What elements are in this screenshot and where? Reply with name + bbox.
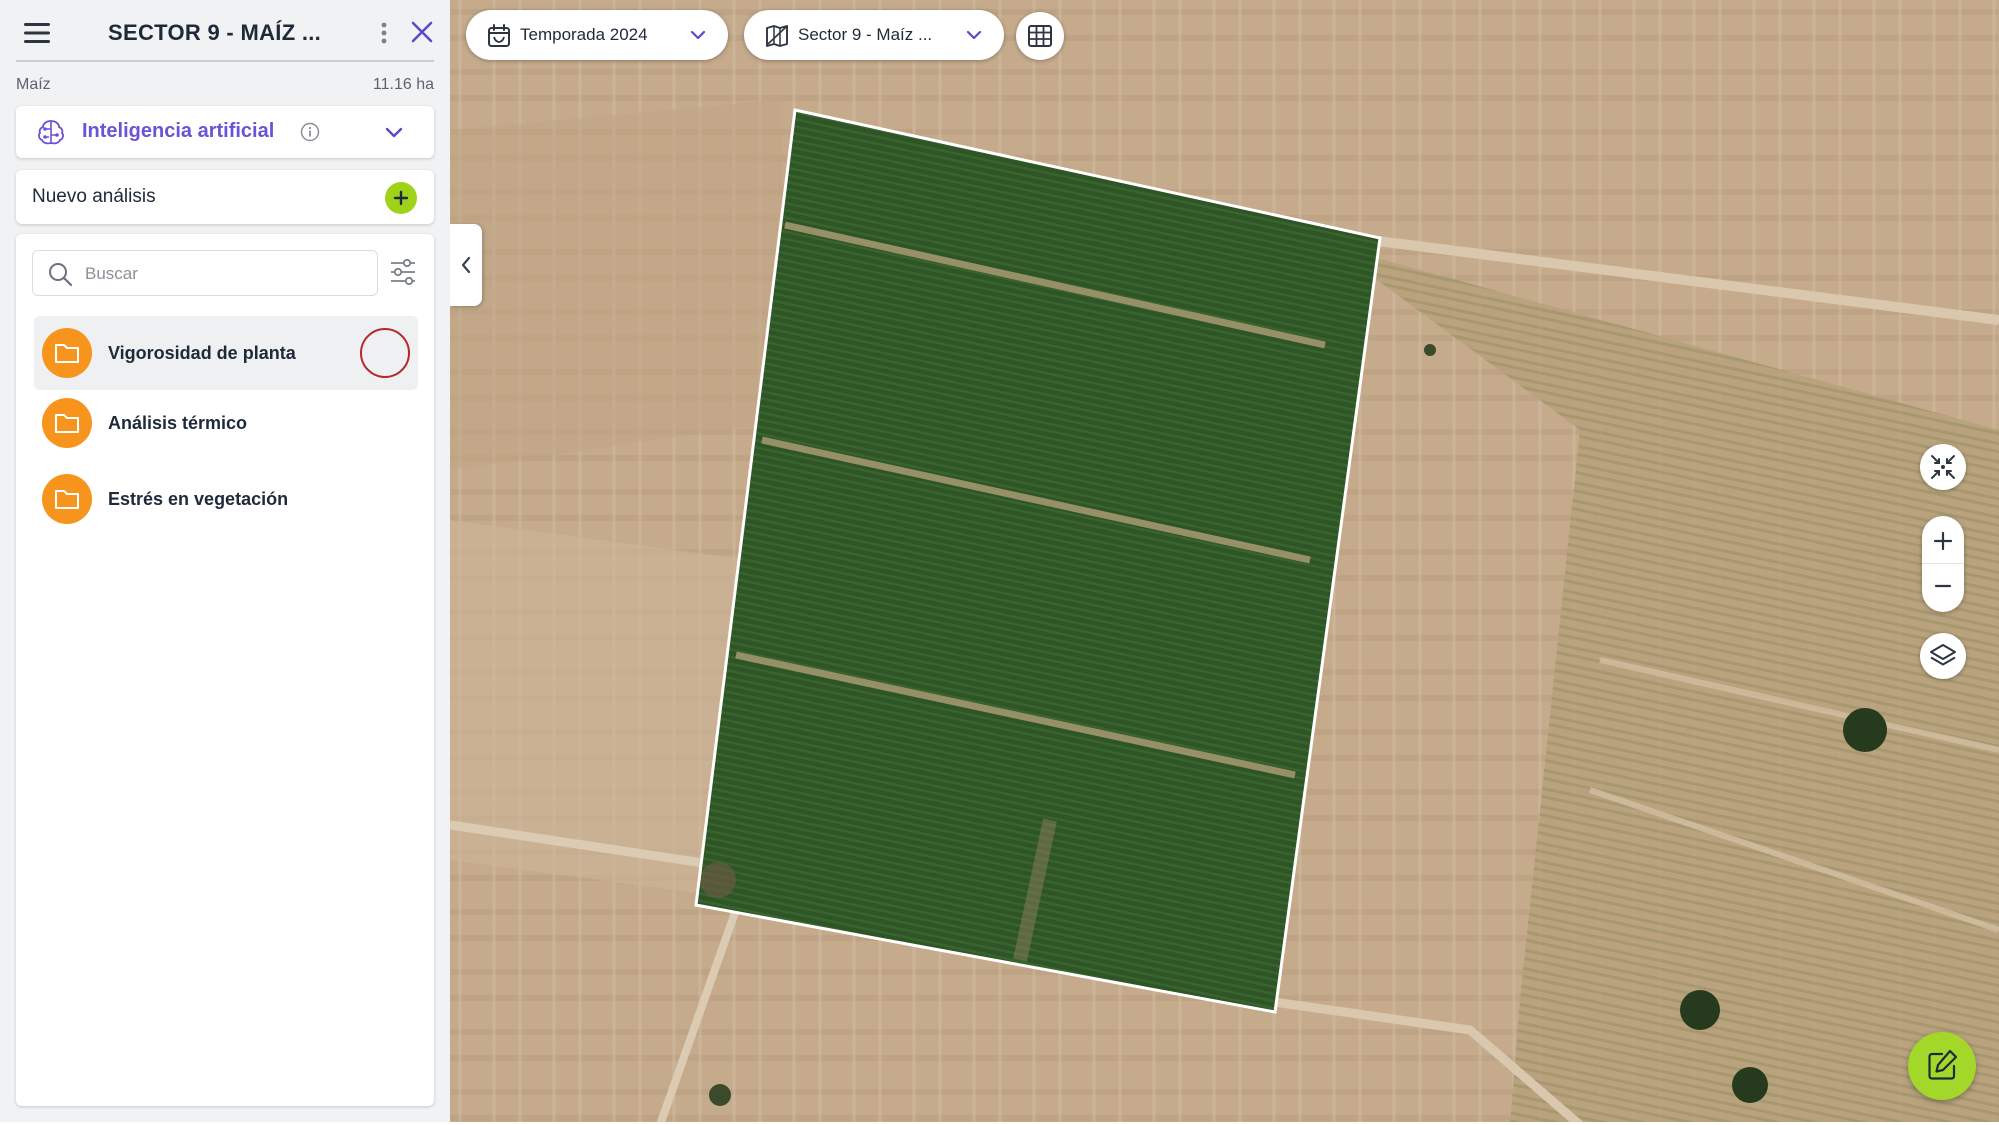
season-selector[interactable]: Temporada 2024 [466, 10, 728, 60]
sidebar-panel: SECTOR 9 - MAÍZ ... Maíz 11.16 ha Inteli… [0, 0, 450, 1125]
fit-bounds-button[interactable] [1920, 444, 1966, 490]
folder-icon [42, 398, 92, 448]
analysis-list-panel: Vigorosidad de planta Análisis térmico [16, 234, 434, 1106]
folder-label: Análisis térmico [108, 413, 248, 433]
season-label: Temporada 2024 [520, 25, 648, 44]
sector-selector[interactable]: Sector 9 - Maíz ... [744, 10, 1004, 60]
fit-bounds-icon [1931, 455, 1955, 479]
search-box [32, 250, 378, 296]
ai-section-header[interactable]: Inteligencia artificial [16, 106, 434, 158]
new-analysis-label: Nuevo análisis [32, 186, 156, 207]
satellite-imagery [450, 0, 1999, 1125]
ai-brain-icon [38, 120, 64, 145]
layers-icon [1930, 644, 1956, 666]
kebab-menu-icon[interactable] [374, 18, 394, 48]
field-map-icon [766, 25, 788, 47]
zoom-in-button[interactable] [1922, 518, 1964, 564]
add-analysis-button[interactable] [385, 182, 417, 214]
folder-item-termico[interactable]: Análisis térmico [34, 386, 418, 460]
zoom-out-button[interactable] [1922, 564, 1964, 610]
folder-icon [42, 328, 92, 378]
chevron-down-icon [966, 30, 982, 40]
plus-icon [393, 190, 409, 206]
search-icon [49, 263, 73, 287]
zoom-control [1922, 516, 1964, 612]
crop-name: Maíz [16, 76, 51, 93]
filter-sliders-icon[interactable] [388, 256, 418, 288]
ai-section-label: Inteligencia artificial [82, 120, 275, 142]
table-view-icon [1028, 25, 1052, 47]
folder-icon [42, 474, 92, 524]
folder-label: Estrés en vegetación [108, 489, 289, 509]
calendar-icon [488, 24, 510, 47]
field-title: SECTOR 9 - MAÍZ ... [108, 20, 322, 45]
hamburger-menu-icon[interactable] [22, 18, 52, 48]
zoom-out-icon [1934, 584, 1952, 588]
app-root: SECTOR 9 - MAÍZ ... Maíz 11.16 ha Inteli… [0, 0, 1999, 1125]
field-info-row: Maíz 11.16 ha [16, 76, 434, 94]
folder-item-estres[interactable]: Estrés en vegetación [34, 462, 418, 536]
folder-item-vigorosidad[interactable]: Vigorosidad de planta [34, 316, 418, 390]
panel-header: SECTOR 9 - MAÍZ ... [16, 12, 434, 62]
satellite-map[interactable]: Temporada 2024 Sector 9 - Maíz ... [450, 0, 1999, 1125]
chevron-left-icon [461, 256, 471, 274]
close-icon[interactable] [408, 18, 436, 46]
field-area: 11.16 ha [372, 76, 434, 93]
chevron-down-icon [690, 30, 706, 40]
folder-label: Vigorosidad de planta [108, 343, 296, 363]
table-view-button[interactable] [1016, 12, 1064, 60]
collapse-sidebar-button[interactable] [450, 224, 482, 306]
chevron-down-icon[interactable] [382, 120, 406, 144]
new-analysis-row: Nuevo análisis [16, 170, 434, 224]
edit-icon [1928, 1049, 1958, 1080]
sector-label: Sector 9 - Maíz ... [798, 25, 933, 44]
zoom-in-icon [1933, 531, 1953, 551]
edit-button[interactable] [1908, 1032, 1976, 1100]
info-icon[interactable] [300, 122, 320, 142]
search-input[interactable] [85, 261, 365, 287]
layers-button[interactable] [1920, 633, 1966, 679]
selection-ring-icon [360, 328, 410, 378]
